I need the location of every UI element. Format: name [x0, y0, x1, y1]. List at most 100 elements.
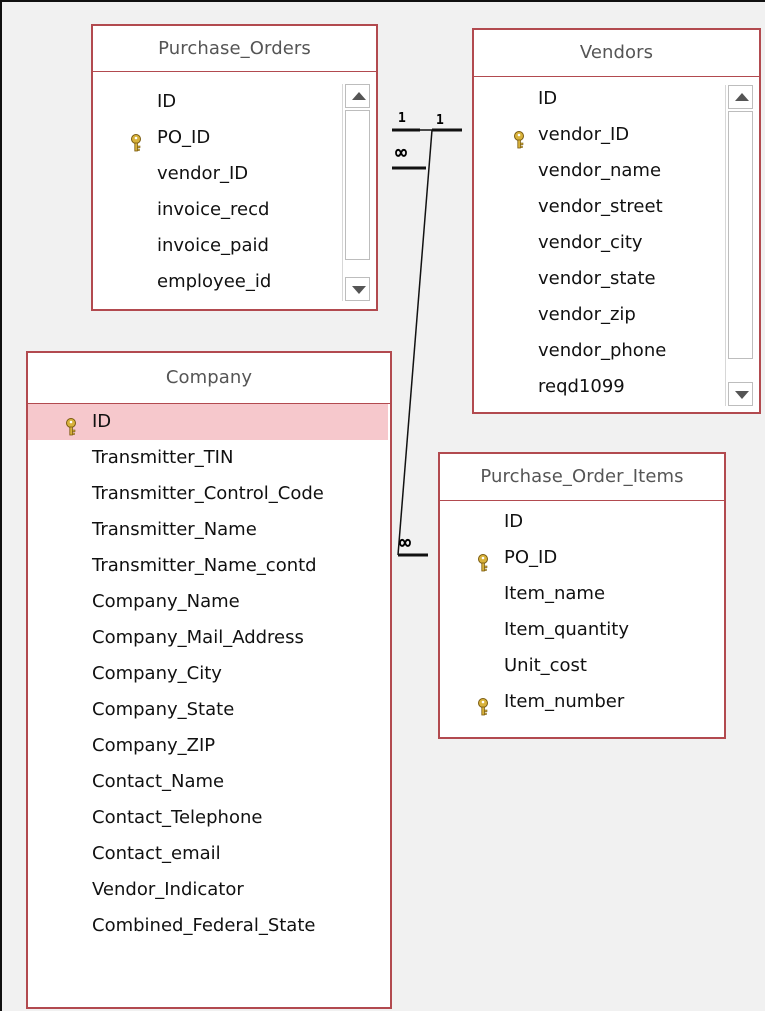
field-row-contact-email[interactable]: Contact_email [28, 836, 390, 872]
field-label: employee_id [157, 271, 272, 292]
field-row-invoice-paid[interactable]: invoice_paid [93, 228, 376, 264]
field-label: Combined_Federal_State [92, 915, 316, 936]
one-label-vendor: 1 [436, 113, 444, 128]
field-row-vendor-street[interactable]: vendor_street [474, 189, 759, 225]
field-row-company-zip[interactable]: Company_ZIP [28, 728, 390, 764]
field-row-vendor-zip[interactable]: vendor_zip [474, 297, 759, 333]
key-icon [476, 549, 490, 572]
scroll-down-button[interactable] [728, 382, 753, 406]
field-label: Item_name [504, 583, 606, 604]
scroll-up-button[interactable] [345, 84, 370, 108]
field-row-po-id[interactable]: PO_ID [93, 120, 376, 156]
field-label: Contact_Telephone [92, 807, 263, 828]
scroll-thumb[interactable] [345, 110, 370, 260]
field-row-id[interactable]: ID [93, 84, 376, 120]
field-row-vendor-state[interactable]: vendor_state [474, 261, 759, 297]
key-icon [476, 693, 490, 716]
field-row-vendor-id[interactable]: vendor_ID [93, 156, 376, 192]
field-row-id[interactable]: ID [440, 504, 724, 540]
field-label: Company_Name [92, 591, 240, 612]
field-row-po-id[interactable]: PO_ID [440, 540, 724, 576]
table-title-purchase-orders[interactable]: Purchase_Orders [93, 26, 376, 72]
field-row-vendor-id[interactable]: vendor_ID [474, 117, 759, 153]
field-row-employee-id[interactable]: employee_id [93, 264, 376, 300]
field-row-transmitter-control-code[interactable]: Transmitter_Control_Code [28, 476, 390, 512]
field-row-company-name[interactable]: Company_Name [28, 584, 390, 620]
scroll-down-button[interactable] [345, 277, 370, 301]
field-label: vendor_state [538, 268, 656, 289]
field-row-contact-name[interactable]: Contact_Name [28, 764, 390, 800]
field-row-company-state[interactable]: Company_State [28, 692, 390, 728]
scrollbar-purchase-orders[interactable] [342, 84, 372, 301]
field-label: Item_quantity [504, 619, 630, 640]
field-label: vendor_zip [538, 304, 636, 325]
field-label: invoice_paid [157, 235, 269, 256]
field-list-purchase-orders: ID PO_ID vendor_ID invoice_recd invoice_… [93, 84, 376, 309]
field-label: reqd1099 [538, 376, 625, 397]
field-row-company-city[interactable]: Company_City [28, 656, 390, 692]
scroll-thumb[interactable] [728, 111, 753, 359]
table-title-company[interactable]: Company [28, 353, 390, 404]
field-label: PO_ID [157, 127, 211, 148]
field-label: Unit_cost [504, 655, 587, 676]
table-title-purchase-order-items[interactable]: Purchase_Order_Items [440, 454, 724, 501]
field-label: Transmitter_Name [92, 519, 257, 540]
field-row-vendor-indicator[interactable]: Vendor_Indicator [28, 872, 390, 908]
field-row-item-name[interactable]: Item_name [440, 576, 724, 612]
field-label: vendor_street [538, 196, 663, 217]
field-row-combined-federal-state[interactable]: Combined_Federal_State [28, 908, 390, 944]
field-row-transmitter-name-contd[interactable]: Transmitter_Name_contd [28, 548, 390, 584]
field-row-invoice-recd[interactable]: invoice_recd [93, 192, 376, 228]
field-row-reqd1099[interactable]: reqd1099 [474, 369, 759, 405]
field-label: Company_Mail_Address [92, 627, 304, 648]
field-list-purchase-order-items: ID PO_ID Item_name Item_quantity Unit_co… [440, 504, 724, 737]
field-label: ID [157, 91, 177, 112]
field-label: Contact_email [92, 843, 221, 864]
field-row-contact-telephone[interactable]: Contact_Telephone [28, 800, 390, 836]
field-row-id[interactable]: ID [474, 81, 759, 117]
field-label: invoice_recd [157, 199, 270, 220]
table-title-vendors[interactable]: Vendors [474, 30, 759, 77]
scroll-up-arrow-icon [735, 93, 749, 101]
field-label: PO_ID [504, 547, 558, 568]
field-label: Transmitter_TIN [92, 447, 234, 468]
field-label: Vendor_Indicator [92, 879, 244, 900]
table-purchase-orders[interactable]: Purchase_Orders ID PO_ID vendor_ID invoi… [91, 24, 378, 311]
scroll-down-arrow-icon [735, 391, 749, 399]
field-label: Item_number [504, 691, 625, 712]
many-label-items: ∞ [399, 530, 411, 554]
field-label: vendor_ID [538, 124, 630, 145]
field-label: po_date [157, 300, 229, 309]
field-row-item-quantity[interactable]: Item_quantity [440, 612, 724, 648]
field-row-vendor-phone[interactable]: vendor_phone [474, 333, 759, 369]
field-label: Transmitter_Name_contd [92, 555, 317, 576]
field-label: Transmitter_Control_Code [92, 483, 324, 504]
field-row-vendor-city[interactable]: vendor_city [474, 225, 759, 261]
key-icon [512, 126, 526, 149]
field-row-po-date[interactable]: po_date [93, 300, 376, 309]
field-list-company: ID Transmitter_TIN Transmitter_Control_C… [28, 404, 390, 1007]
field-label: Company_City [92, 663, 222, 684]
key-icon [64, 413, 78, 436]
scrollbar-vendors[interactable] [725, 85, 755, 406]
field-row-company-mail-address[interactable]: Company_Mail_Address [28, 620, 390, 656]
field-row-transmitter-name[interactable]: Transmitter_Name [28, 512, 390, 548]
table-vendors[interactable]: Vendors ID vendor_ID vendor_name vendor_… [472, 28, 761, 414]
field-row-id-selected[interactable]: ID [28, 404, 388, 440]
field-row-transmitter-tin[interactable]: Transmitter_TIN [28, 440, 390, 476]
field-label: ID [504, 511, 524, 532]
field-label: Contact_Name [92, 771, 225, 792]
field-label: vendor_ID [157, 163, 249, 184]
relationship-line-po-items[interactable] [392, 129, 433, 557]
scroll-up-button[interactable] [728, 85, 753, 109]
field-row-item-number[interactable]: Item_number [440, 684, 724, 720]
table-company[interactable]: Company ID Transmitter_TIN Transmitter_C… [26, 351, 392, 1009]
scroll-up-arrow-icon [352, 92, 366, 100]
scroll-down-arrow-icon [352, 286, 366, 294]
field-label: vendor_city [538, 232, 643, 253]
field-label: vendor_phone [538, 340, 667, 361]
table-purchase-order-items[interactable]: Purchase_Order_Items ID PO_ID Item_name … [438, 452, 726, 739]
field-row-vendor-name[interactable]: vendor_name [474, 153, 759, 189]
field-row-unit-cost[interactable]: Unit_cost [440, 648, 724, 684]
field-label: ID [92, 411, 112, 432]
